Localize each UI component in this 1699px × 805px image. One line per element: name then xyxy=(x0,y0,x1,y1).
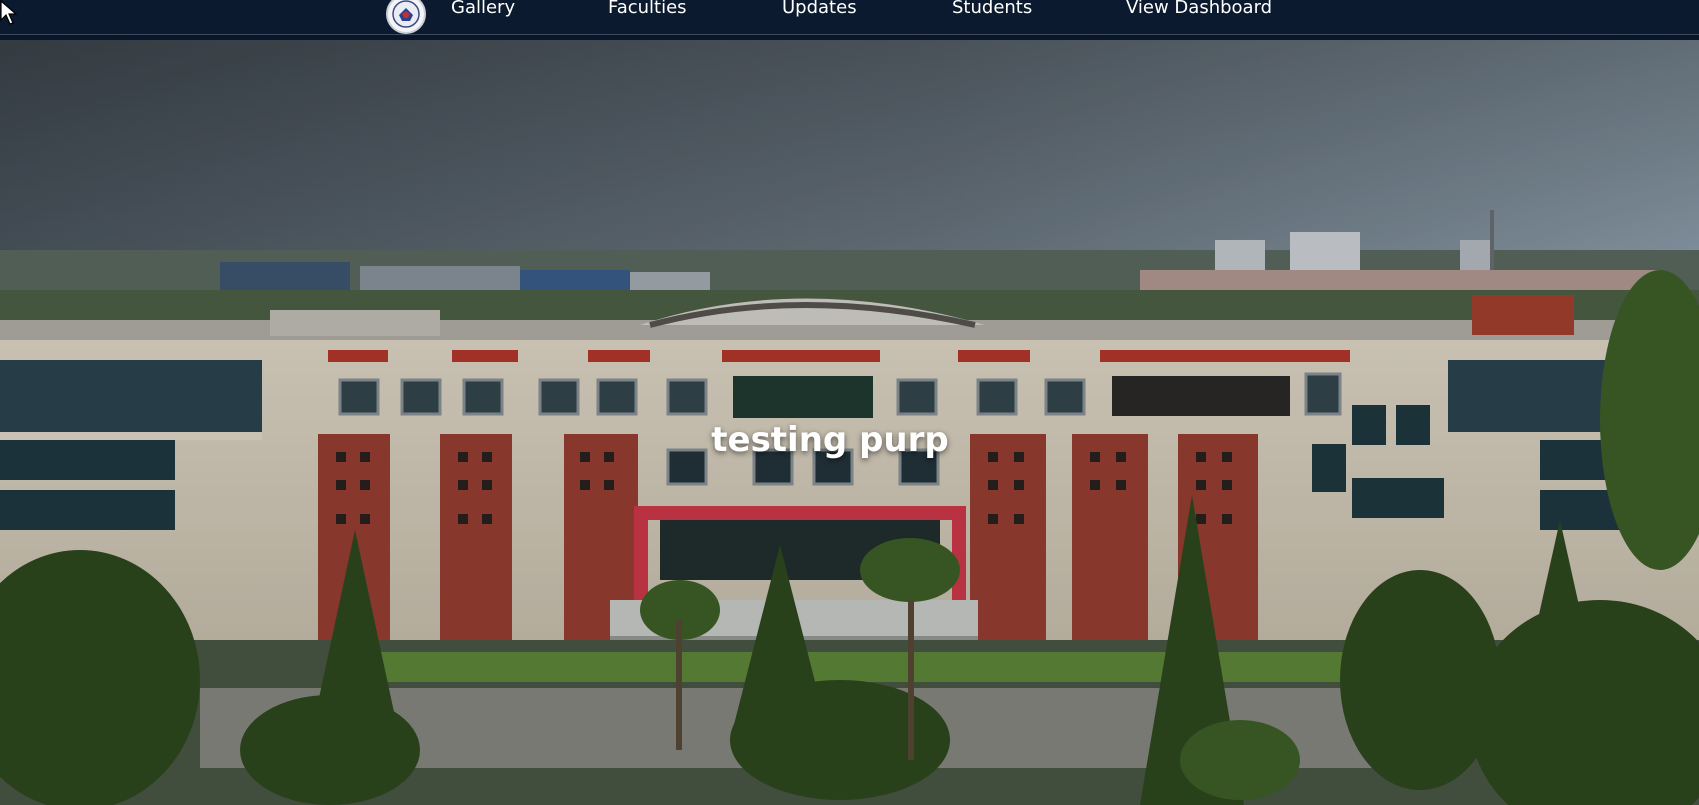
nav-link-students[interactable]: Students xyxy=(952,0,1032,19)
hero-banner: testing purp xyxy=(0,40,1699,805)
hero-caption: testing purp xyxy=(711,420,949,460)
college-logo[interactable] xyxy=(386,0,426,34)
nav-link-view-dashboard[interactable]: View Dashboard xyxy=(1126,0,1272,19)
nav-link-gallery[interactable]: Gallery xyxy=(451,0,515,19)
mouse-cursor-icon xyxy=(0,0,18,25)
top-navbar: Gallery Faculties Updates Students View … xyxy=(0,0,1699,35)
nav-link-updates[interactable]: Updates xyxy=(782,0,857,19)
nav-link-faculties[interactable]: Faculties xyxy=(608,0,687,19)
